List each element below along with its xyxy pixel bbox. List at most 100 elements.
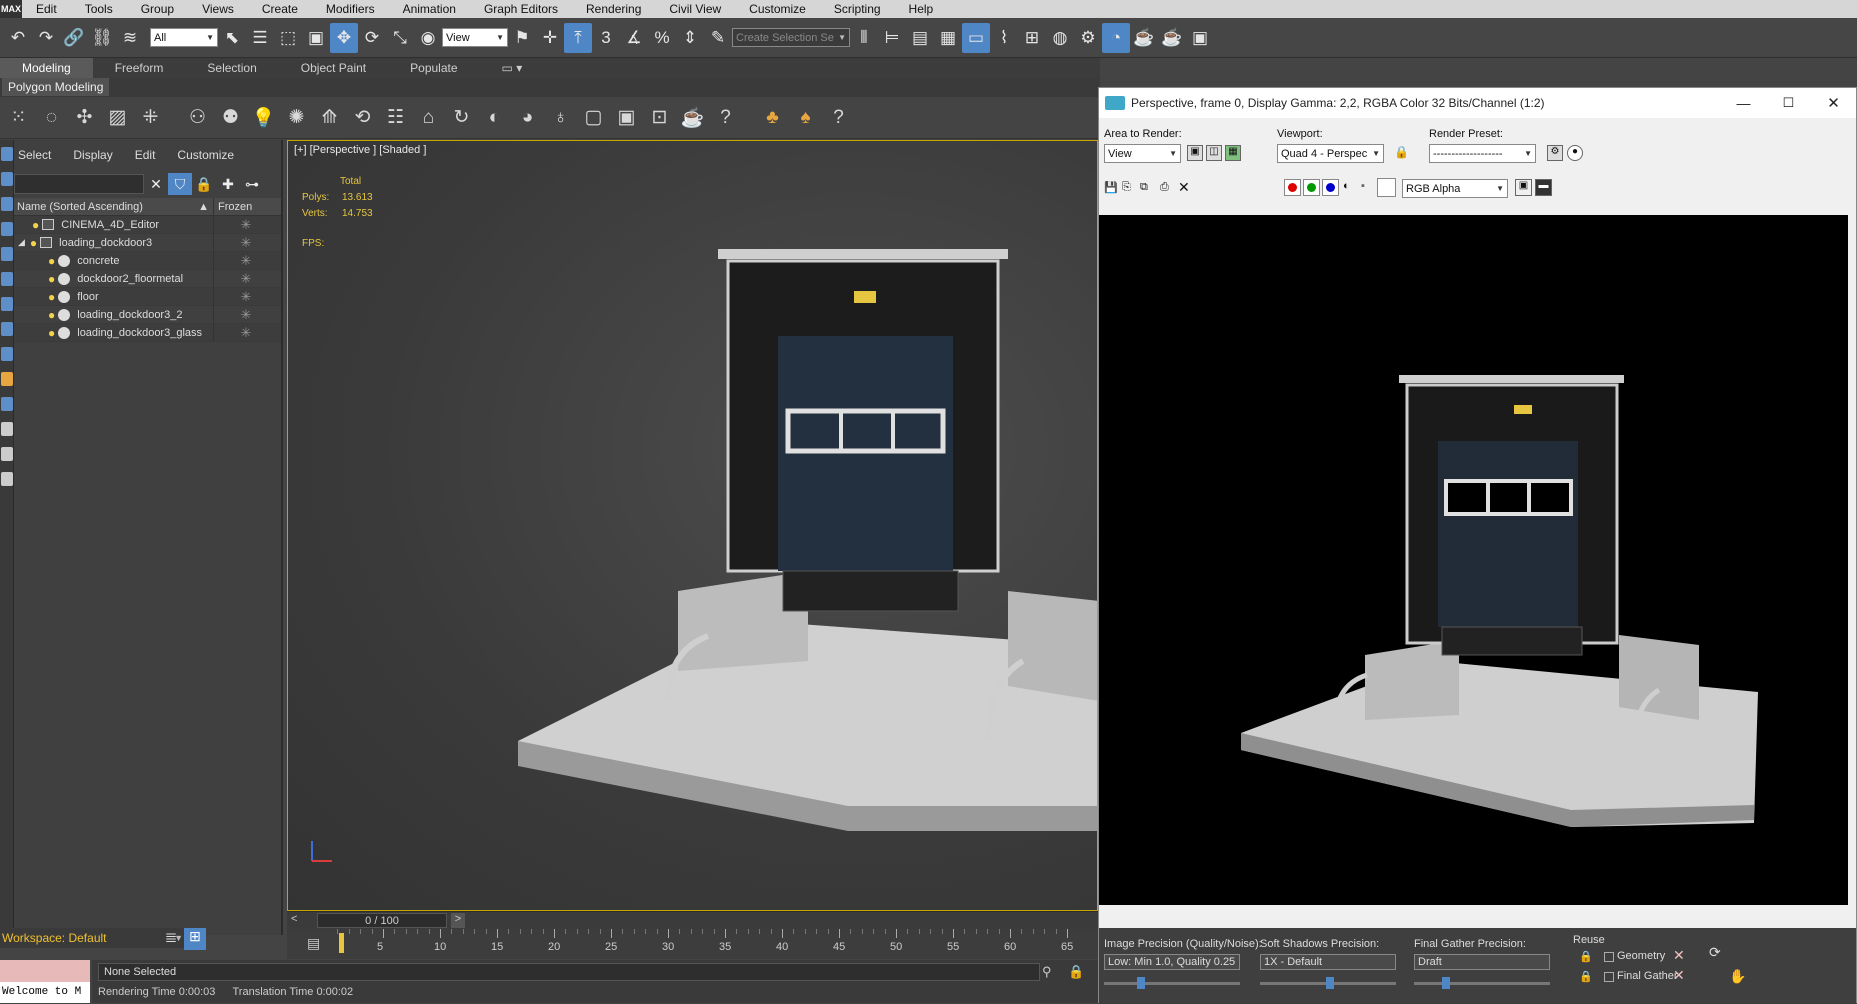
angle-snap-icon[interactable]: ∡ <box>620 23 648 53</box>
print-icon[interactable]: ⎙ <box>1160 181 1169 194</box>
strip-icon-14[interactable] <box>1 472 13 486</box>
filter-shapes-icon[interactable]: ◌ <box>35 102 68 134</box>
render-in-cloud-icon[interactable]: ▣ <box>1186 23 1214 53</box>
menu-animation[interactable]: Animation <box>389 0 470 18</box>
list-item[interactable]: ● loading_dockdoor3_glass ✳ <box>14 323 281 342</box>
select-object-icon[interactable]: ⬉ <box>218 23 246 53</box>
edit-named-selection-icon[interactable]: ✎ <box>704 23 732 53</box>
bind-space-warp-icon[interactable]: ≋ <box>116 23 144 53</box>
strip-icon-11[interactable] <box>1 397 13 411</box>
auto-region-icon[interactable]: ◫ <box>1206 145 1222 161</box>
strip-icon-12[interactable] <box>1 422 13 436</box>
freeze-icon[interactable]: ✳ <box>214 325 278 341</box>
freeze-icon[interactable]: ✳ <box>214 289 278 305</box>
paint-icon[interactable]: ◕ <box>511 102 544 134</box>
strip-icon-6[interactable] <box>1 272 13 286</box>
freeze-icon[interactable]: ✳ <box>214 307 278 323</box>
strip-icon-7[interactable] <box>1 297 13 311</box>
light-bulb-icon[interactable]: ● <box>48 308 55 322</box>
scale-icon[interactable]: ⤡ <box>386 23 414 53</box>
tab-modeling[interactable]: Modeling <box>0 58 93 78</box>
tab-object-paint[interactable]: Object Paint <box>279 58 388 78</box>
menu-group[interactable]: Group <box>127 0 188 18</box>
nav-pan-icon[interactable]: ✋ <box>1729 968 1746 985</box>
percent-snap-icon[interactable]: % <box>648 23 676 53</box>
expand-chevron-icon[interactable]: ◢ <box>18 237 25 248</box>
filter-lights-icon[interactable]: ✣ <box>68 102 101 134</box>
column-frozen-header[interactable]: Frozen <box>214 198 278 215</box>
sun-icon[interactable]: ✺ <box>280 102 313 134</box>
placement-icon[interactable]: ◉ <box>414 23 442 53</box>
lock-viewport-icon[interactable]: 🔒 <box>1394 145 1409 159</box>
lock-geometry-icon[interactable]: 🔒 <box>1579 950 1593 963</box>
area-to-render-dropdown[interactable]: View ▼ <box>1104 144 1181 163</box>
strip-icon-3[interactable] <box>1 197 13 211</box>
selection-filter-dropdown[interactable]: All ▼ <box>150 28 218 47</box>
strip-icon-5[interactable] <box>1 247 13 261</box>
list-item[interactable]: ● loading_dockdoor3_2 ✳ <box>14 305 281 324</box>
menu-rendering[interactable]: Rendering <box>572 0 655 18</box>
menu-civil-view[interactable]: Civil View <box>655 0 735 18</box>
toggle-ui-icon[interactable]: ▬ <box>1535 179 1552 196</box>
clear-search-icon[interactable]: ✕ <box>144 173 168 195</box>
command-line-output[interactable]: Welcome to M <box>0 982 90 1003</box>
edit-region-icon[interactable]: ▣ <box>1187 145 1203 161</box>
green-channel-toggle[interactable] <box>1303 179 1320 196</box>
environment-icon[interactable]: ● <box>1567 145 1583 161</box>
menu-scripting[interactable]: Scripting <box>820 0 895 18</box>
light-lister-icon[interactable]: ♣ <box>756 102 789 134</box>
light-bulb-icon[interactable]: ● <box>48 272 55 286</box>
render-canvas[interactable] <box>1099 215 1848 905</box>
scene-menu-customize[interactable]: Customize <box>177 148 234 162</box>
unlink-icon[interactable]: ⛓ <box>88 23 116 53</box>
teapot-icon[interactable]: ☕ <box>676 102 709 134</box>
menu-customize[interactable]: Customize <box>735 0 820 18</box>
light-filter-icon[interactable]: ♠ <box>789 102 822 134</box>
list-item[interactable]: ◢ ● loading_dockdoor3 ✳ <box>14 233 281 252</box>
material-editor-icon[interactable]: ◍ <box>1046 23 1074 53</box>
close-icon[interactable]: ✕ <box>1811 94 1856 112</box>
keyboard-shortcut-icon[interactable]: ⤒ <box>564 22 592 53</box>
tree-icon[interactable]: ⟰ <box>313 102 346 134</box>
window-crossing-icon[interactable]: ▣ <box>302 23 330 53</box>
display-children-icon[interactable]: ⚇ <box>181 102 214 134</box>
workspace-selector[interactable]: Workspace: Default ▼ <box>0 928 186 948</box>
clone-window-icon[interactable]: ⧉ <box>1140 181 1148 194</box>
list-item[interactable]: ● CINEMA_4D_Editor ✳ <box>14 215 281 234</box>
strip-icon-8[interactable] <box>1 322 13 336</box>
filter-icon[interactable]: ⛉ <box>168 173 192 195</box>
lock-icon[interactable]: 🔒 <box>192 173 216 195</box>
menu-edit[interactable]: Edit <box>22 0 71 18</box>
image-precision-knob[interactable] <box>1137 977 1145 989</box>
tab-freeform[interactable]: Freeform <box>93 58 186 78</box>
freeze-icon[interactable]: ✳ <box>214 253 278 269</box>
render-iterative-icon[interactable]: ☕ <box>1158 23 1186 53</box>
render-production-icon[interactable]: ☕ <box>1130 23 1158 53</box>
final-gather-checkbox[interactable] <box>1604 972 1614 982</box>
track-bar[interactable]: ▤ 5 10 15 20 25 30 35 40 45 50 55 60 65 <box>287 929 1098 959</box>
geometry-checkbox[interactable] <box>1604 952 1614 962</box>
menu-views[interactable]: Views <box>188 0 248 18</box>
help-circle-icon-2[interactable]: ? <box>822 102 855 134</box>
rendered-frame-window-icon[interactable]: ◔ <box>1102 22 1130 53</box>
sync-icon[interactable]: ⟲ <box>346 102 379 134</box>
soft-shadows-slider[interactable] <box>1260 977 1396 989</box>
bone-icon[interactable]: ⊡ <box>643 102 676 134</box>
copy-image-icon[interactable]: ⎘ <box>1122 181 1131 194</box>
light-bulb-icon[interactable]: ● <box>48 290 55 304</box>
polygon-modeling-label[interactable]: Polygon Modeling <box>2 78 110 96</box>
render-preset-dropdown[interactable]: ------------------- ▼ <box>1429 144 1536 163</box>
lamp-icon[interactable]: ♁ <box>544 102 577 134</box>
filter-geometry-icon[interactable]: ⁙ <box>2 102 35 134</box>
link-icon[interactable]: 🔗 <box>60 23 88 53</box>
menu-graph-editors[interactable]: Graph Editors <box>470 0 572 18</box>
lock-final-gather-icon[interactable]: 🔒 <box>1579 970 1593 983</box>
final-gather-slider[interactable] <box>1414 977 1550 989</box>
hierarchy-icon[interactable]: ⊶ <box>240 173 264 195</box>
time-slider[interactable]: < 0 / 100 > <box>287 911 1098 929</box>
prev-frame-icon[interactable]: < <box>291 913 297 925</box>
maximize-icon[interactable]: ☐ <box>1766 95 1811 111</box>
alpha-toggle-icon[interactable]: ◐ <box>1343 180 1350 192</box>
curve-editor-icon[interactable]: ⌇ <box>990 23 1018 53</box>
light-bulb-icon[interactable]: ● <box>32 218 39 232</box>
